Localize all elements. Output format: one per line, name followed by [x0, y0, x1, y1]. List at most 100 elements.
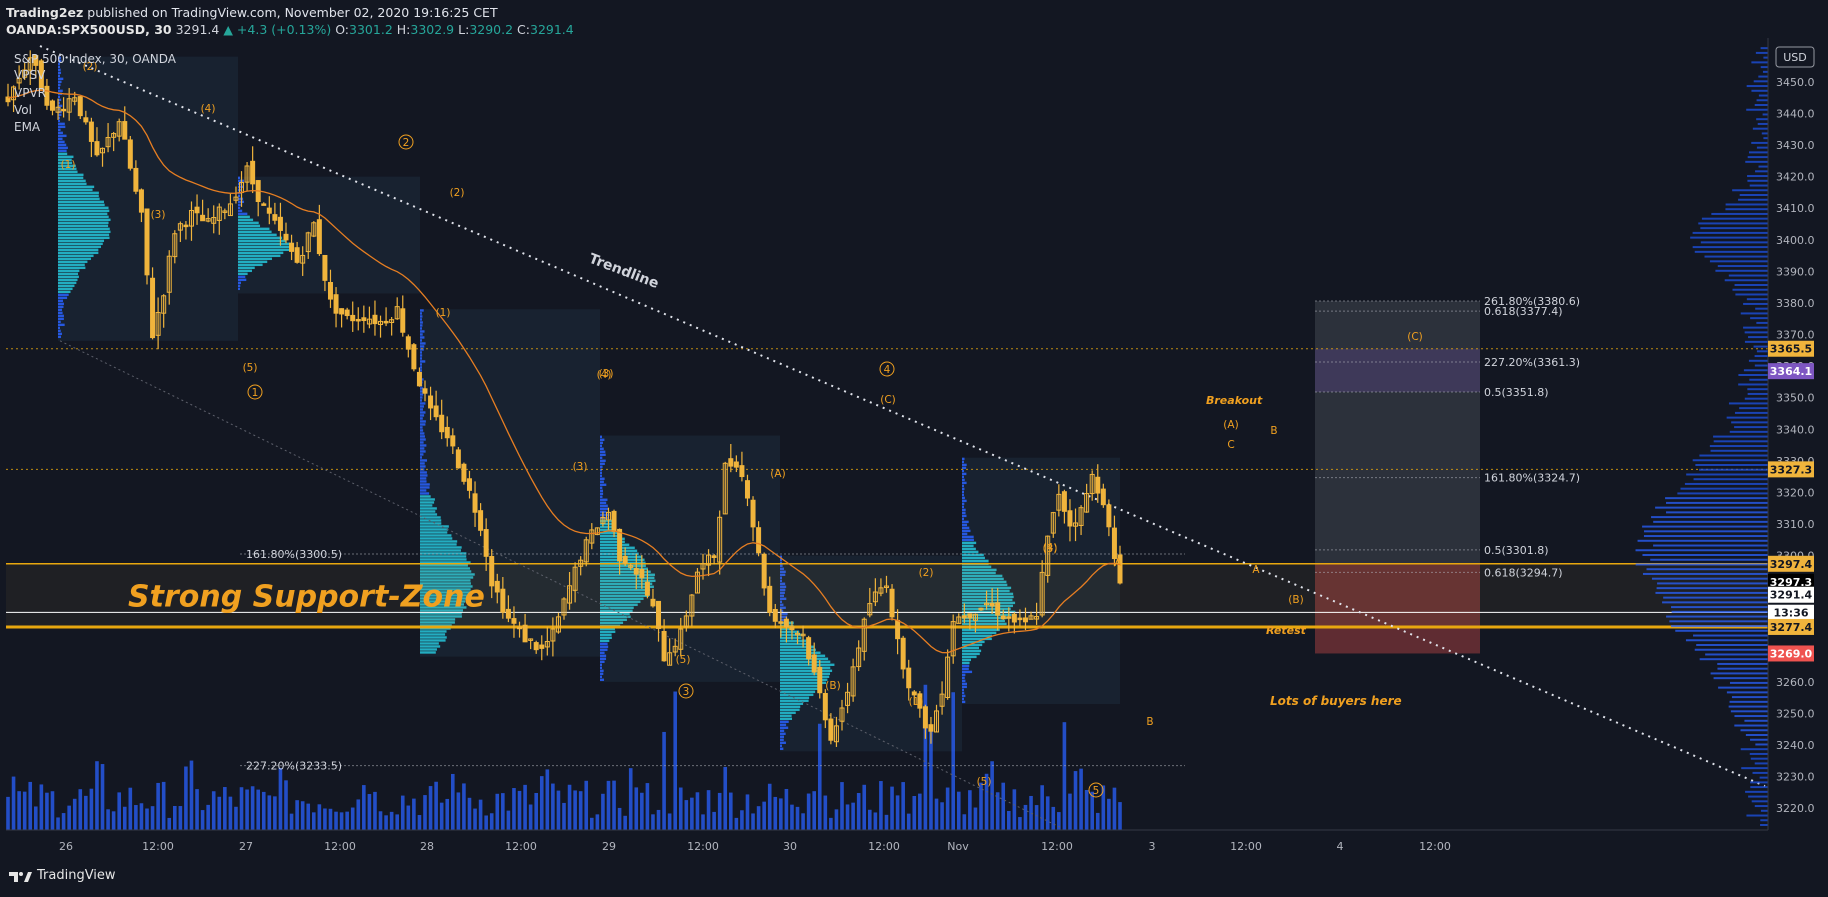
profile-bar: [420, 480, 427, 483]
wave-label: 5: [1093, 785, 1100, 797]
candle-body: [400, 308, 406, 333]
vpvr-bar: [1743, 326, 1768, 329]
profile-bar: [238, 278, 247, 282]
vpvr-bar: [1635, 549, 1768, 552]
profile-bar: [962, 457, 965, 461]
candle-body: [644, 581, 650, 596]
price-chart[interactable]: 261.80%(3380.6)0.618(3377.4)227.20%(3361…: [0, 0, 1828, 858]
profile-bar: [780, 723, 787, 726]
profile-bar: [238, 221, 259, 225]
profile-bar: [962, 628, 1000, 632]
candle-body: [483, 529, 489, 557]
profile-bar: [58, 149, 67, 153]
profile-bar: [420, 360, 426, 363]
volume-bar: [884, 814, 889, 830]
vpvr-bar: [1642, 525, 1768, 528]
profile-bar: [780, 702, 804, 705]
price-tick-label: 3450.0: [1776, 76, 1815, 89]
profile-bar: [420, 537, 453, 540]
fib-level-label: 227.20%(3361.3): [1484, 356, 1580, 369]
vpvr-bar: [1747, 156, 1768, 159]
vpvr-bar: [1763, 137, 1768, 140]
volume-bar: [973, 807, 978, 830]
volume-bar: [1045, 796, 1050, 830]
candle-body: [739, 465, 745, 478]
candle-body: [461, 463, 467, 482]
candle-body: [455, 449, 461, 469]
profile-bar: [420, 396, 423, 399]
profile-bar: [58, 209, 110, 213]
candle-body: [122, 121, 128, 140]
vpvr-bar: [1671, 610, 1768, 613]
profile-bar: [58, 257, 91, 261]
time-tick-label: 29: [602, 840, 616, 853]
profile-bar: [780, 714, 792, 717]
wave-label: (C): [880, 394, 896, 406]
vpvr-bar: [1753, 345, 1768, 348]
vpvr-bar: [1642, 572, 1768, 575]
wave-label: (3): [1043, 543, 1058, 555]
volume-bar: [1023, 804, 1028, 830]
price-label: 3291.4: [1770, 589, 1813, 602]
vpvr-bar: [1744, 719, 1768, 722]
profile-bar: [58, 203, 105, 207]
profile-bar: [420, 399, 422, 402]
profile-bar: [420, 339, 423, 342]
vpvr-bar: [1762, 70, 1768, 73]
profile-bar: [780, 732, 786, 735]
time-axis[interactable]: 26 12:00 27 12:00 28 12:00 29 12:00 30 12:00 Nov 12…: [59, 840, 1451, 853]
candle-body: [1000, 615, 1006, 620]
legend-indicator-vol[interactable]: Vol: [14, 103, 32, 117]
vpvr-bar: [1655, 591, 1768, 594]
candle-body: [767, 585, 773, 613]
vpvr-bar: [1748, 151, 1768, 154]
legend-indicator-vpvr[interactable]: VPVR: [14, 86, 46, 100]
support-zone-label: Strong Support-Zone: [128, 580, 485, 615]
candle-body: [183, 224, 189, 228]
wave-label: A: [1252, 564, 1260, 576]
wave-label: (A): [770, 468, 785, 480]
profile-bar: [962, 541, 977, 545]
tradingview-logo[interactable]: TradingView: [8, 868, 116, 883]
profile-bar: [420, 423, 426, 426]
vpvr-bar: [1755, 170, 1768, 173]
volume-bar: [250, 786, 255, 830]
profile-bar: [238, 185, 244, 189]
candle-body: [922, 706, 928, 729]
vpvr-bar: [1743, 302, 1768, 305]
legend-title[interactable]: S&P 500 Index, 30, OANDA: [14, 52, 176, 66]
volume-bar: [178, 806, 183, 830]
volume-bar: [895, 795, 900, 830]
volume-bar: [1068, 793, 1072, 830]
profile-bar: [238, 269, 252, 273]
volume-bar: [651, 814, 655, 830]
legend-indicator-vpsv[interactable]: VPSV: [14, 68, 45, 82]
vpvr-bar: [1755, 743, 1768, 746]
volume-bar: [39, 784, 44, 830]
candle-body: [522, 624, 528, 643]
profile-bar: [600, 462, 605, 465]
profile-bar: [58, 143, 67, 147]
volume-bar: [1029, 795, 1033, 830]
volume-bar: [712, 811, 716, 830]
profile-bar: [780, 717, 792, 720]
candle-body: [49, 100, 55, 111]
profile-bar: [58, 140, 65, 144]
profile-bar: [962, 544, 974, 548]
vpvr-bar: [1746, 85, 1768, 88]
profile-bar: [420, 336, 425, 339]
volume-bar: [517, 790, 522, 830]
vpvr-bar: [1743, 369, 1768, 372]
vpvr-bar: [1756, 146, 1768, 149]
volume-bar: [395, 814, 399, 830]
price-tick-label: 3240.0: [1776, 739, 1815, 752]
currency-button[interactable]: USD: [1775, 46, 1815, 68]
time-tick-label: Nov: [947, 840, 969, 853]
legend-indicator-ema[interactable]: EMA: [14, 120, 40, 134]
profile-bar: [420, 495, 431, 498]
price-tick-label: 3320.0: [1776, 486, 1815, 499]
vpvr-bar: [1751, 800, 1768, 803]
profile-bar: [600, 459, 606, 462]
vpvr-bar: [1643, 535, 1768, 538]
profile-bar: [962, 679, 966, 683]
